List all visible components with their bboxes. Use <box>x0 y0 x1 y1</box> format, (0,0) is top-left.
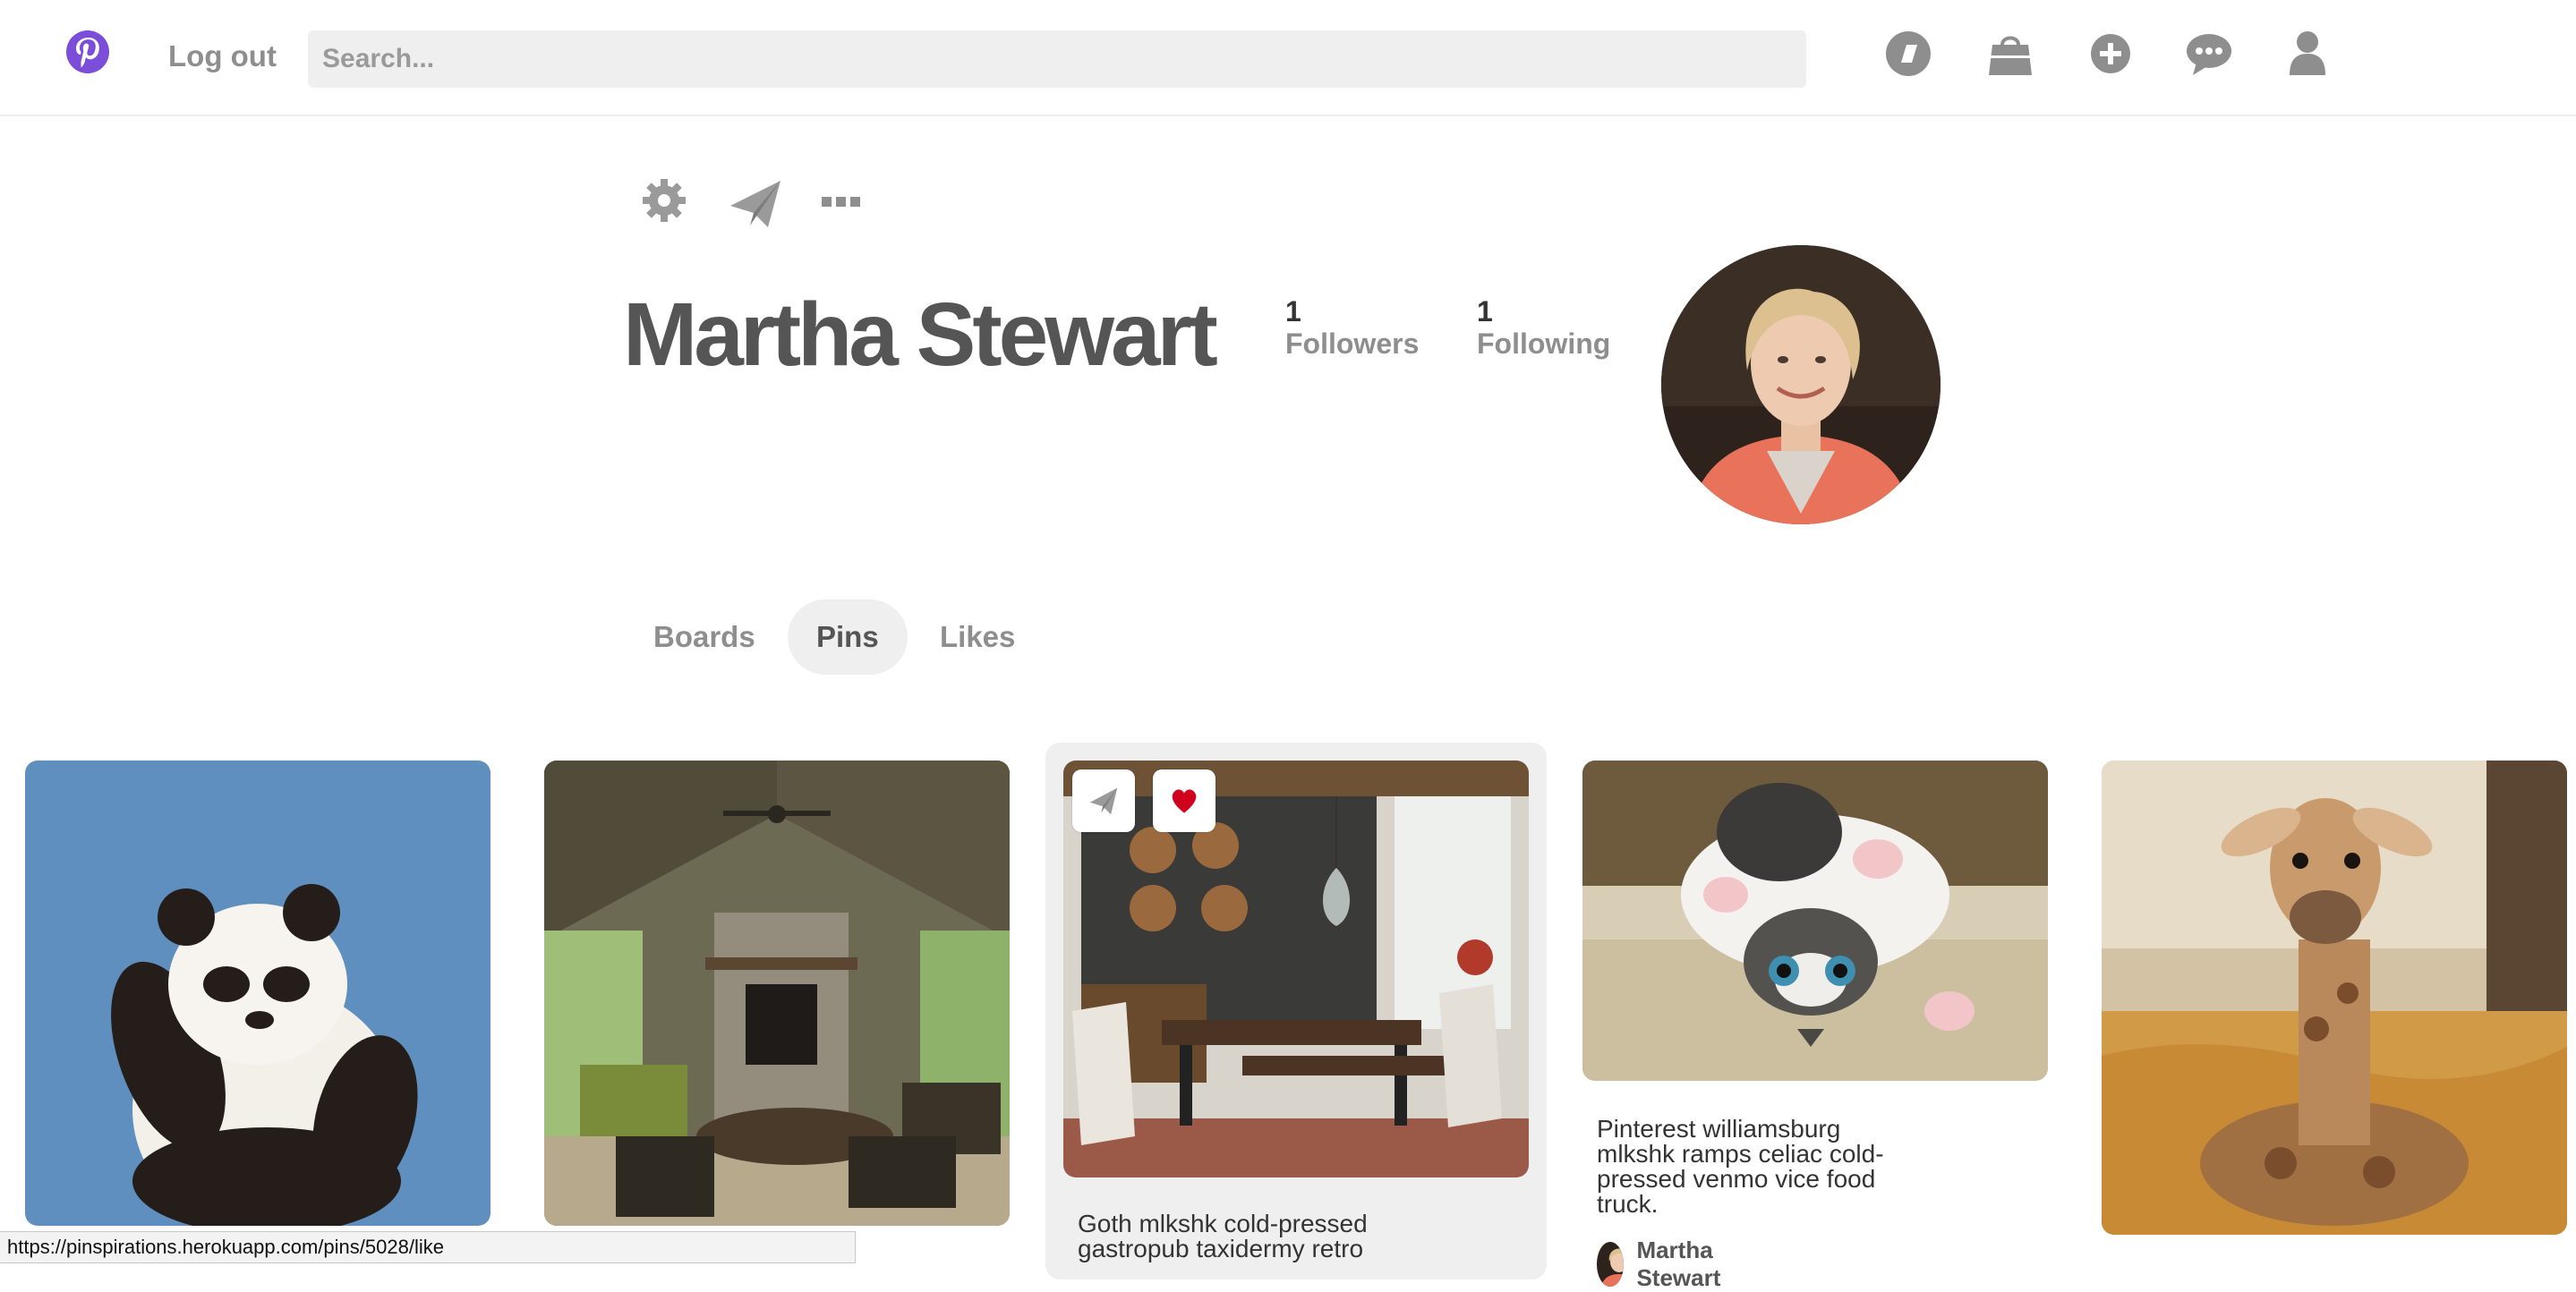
browser-status-url: https://pinspirations.herokuapp.com/pins… <box>0 1231 856 1263</box>
logout-link[interactable]: Log out <box>168 39 277 73</box>
followers-stat[interactable]: 1 Followers <box>1285 295 1419 360</box>
like-pin-button[interactable] <box>1153 769 1215 832</box>
pin-image-living-room[interactable] <box>544 761 1010 1226</box>
shopping-bag-icon[interactable] <box>1985 29 2035 79</box>
send-pin-button[interactable] <box>1072 769 1135 832</box>
avatar <box>1661 245 1941 524</box>
explore-icon[interactable] <box>1883 29 1933 79</box>
followers-count: 1 <box>1285 295 1301 327</box>
pin-image-giraffe[interactable] <box>2102 761 2567 1235</box>
following-count: 1 <box>1477 295 1493 327</box>
following-stat[interactable]: 1 Following <box>1477 295 1610 360</box>
pin-image-panda[interactable] <box>25 761 490 1226</box>
pin-image-kitten[interactable] <box>1582 761 2048 1081</box>
pin-user-name: Martha Stewart <box>1636 1237 1721 1291</box>
add-icon[interactable] <box>2086 29 2136 79</box>
search-input[interactable] <box>308 30 1806 88</box>
pinterest-logo-icon[interactable] <box>64 29 111 75</box>
pin-user[interactable]: Martha Stewart <box>1597 1237 1738 1292</box>
send-icon[interactable] <box>727 175 784 233</box>
avatar <box>1597 1242 1625 1287</box>
heart-icon <box>1172 789 1197 813</box>
profile-name: Martha Stewart <box>623 285 1218 385</box>
following-label: Following <box>1477 327 1611 360</box>
messages-icon[interactable] <box>2184 29 2234 79</box>
profile-icon[interactable] <box>2282 29 2333 79</box>
followers-label: Followers <box>1285 327 1420 360</box>
send-icon <box>1089 787 1118 815</box>
pin-description: Goth mlkshk cold-pressed gastropub taxid… <box>1078 1210 1368 1262</box>
top-navigation: Log out <box>0 0 2576 116</box>
tab-likes[interactable]: Likes <box>911 599 1044 675</box>
gear-icon[interactable] <box>639 175 689 233</box>
tab-pins[interactable]: Pins <box>788 599 908 675</box>
more-icon[interactable] <box>820 175 863 233</box>
tab-boards[interactable]: Boards <box>625 599 784 675</box>
pin-description: Pinterest williamsburg mlkshk ramps celi… <box>1597 1115 1884 1218</box>
